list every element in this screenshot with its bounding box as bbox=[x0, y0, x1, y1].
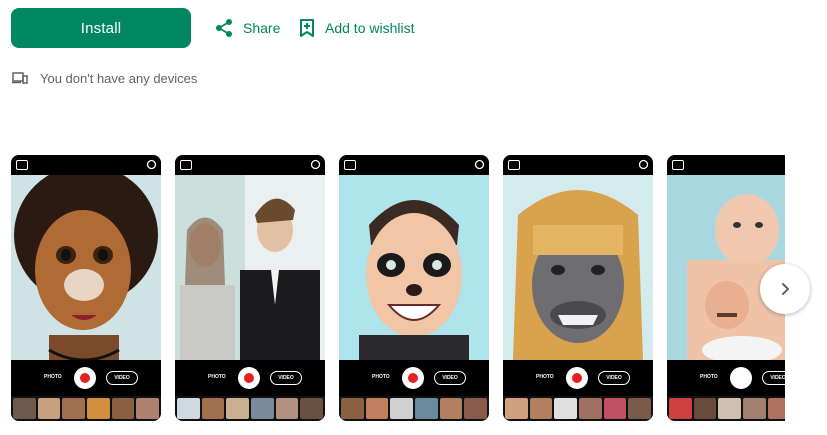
screenshot-image bbox=[175, 175, 325, 360]
screenshot-3[interactable]: PHOTO VIDEO bbox=[339, 155, 489, 421]
screenshot-image bbox=[503, 175, 653, 360]
photo-mode-label: PHOTO bbox=[208, 374, 226, 380]
record-button bbox=[238, 367, 260, 389]
add-to-wishlist-button[interactable]: Add to wishlist bbox=[299, 16, 414, 40]
video-mode-label: VIDEO bbox=[598, 371, 630, 385]
record-button bbox=[566, 367, 588, 389]
photo-mode-label: PHOTO bbox=[700, 374, 718, 380]
share-label: Share bbox=[243, 20, 281, 36]
screenshot-image bbox=[339, 175, 489, 360]
rotate-icon bbox=[146, 159, 157, 170]
video-mode-label: VIDEO bbox=[762, 371, 785, 385]
install-button[interactable]: Install bbox=[11, 8, 191, 48]
screenshot-image bbox=[667, 175, 785, 360]
screenshot-carousel: PHOTO VIDEO PHOTO VIDEO PHOTO VIDEO PHOT… bbox=[11, 155, 785, 425]
record-button bbox=[730, 367, 752, 389]
rotate-icon bbox=[474, 159, 485, 170]
bookmark-add-icon bbox=[300, 19, 314, 37]
video-mode-label: VIDEO bbox=[106, 371, 138, 385]
devices-notice-text: You don't have any devices bbox=[40, 70, 198, 86]
screenshot-image bbox=[11, 175, 161, 360]
share-icon bbox=[216, 19, 232, 37]
record-button bbox=[402, 367, 424, 389]
carousel-next-button[interactable] bbox=[760, 264, 810, 314]
record-button bbox=[74, 367, 96, 389]
chevron-right-icon bbox=[782, 283, 789, 295]
video-mode-label: VIDEO bbox=[270, 371, 302, 385]
photo-mode-label: PHOTO bbox=[372, 374, 390, 380]
devices-icon bbox=[12, 72, 28, 84]
share-button[interactable]: Share bbox=[215, 16, 280, 40]
photo-mode-label: PHOTO bbox=[44, 374, 62, 380]
rotate-icon bbox=[638, 159, 649, 170]
wishlist-label: Add to wishlist bbox=[325, 20, 415, 36]
screenshot-2[interactable]: PHOTO VIDEO bbox=[175, 155, 325, 421]
rotate-icon bbox=[310, 159, 321, 170]
video-mode-label: VIDEO bbox=[434, 371, 466, 385]
screenshot-1[interactable]: PHOTO VIDEO bbox=[11, 155, 161, 421]
devices-notice: You don't have any devices bbox=[12, 68, 197, 88]
screenshot-4[interactable]: PHOTO VIDEO bbox=[503, 155, 653, 421]
photo-mode-label: PHOTO bbox=[536, 374, 554, 380]
